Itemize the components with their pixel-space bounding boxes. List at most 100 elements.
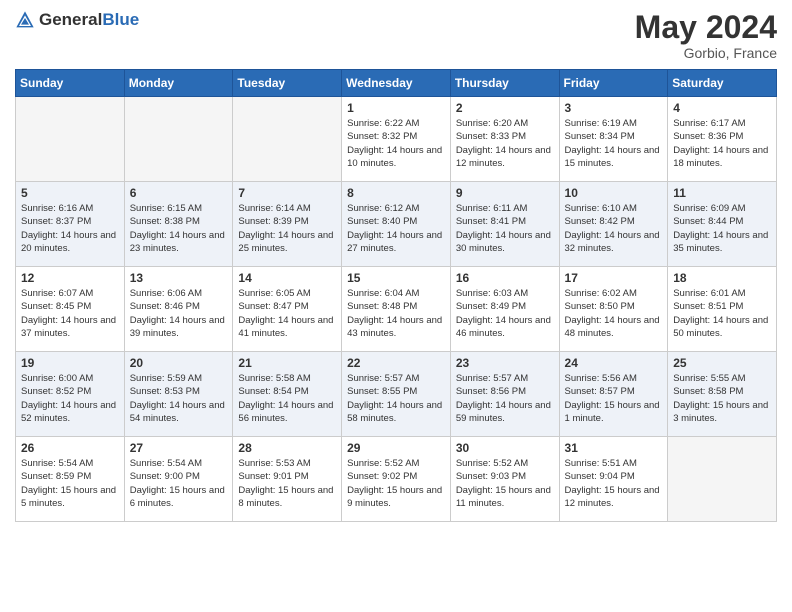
title-block: May 2024 Gorbio, France	[635, 10, 777, 61]
page: GeneralBlue May 2024 Gorbio, France Sund…	[0, 0, 792, 612]
calendar-week-row: 1 Sunrise: 6:22 AMSunset: 8:32 PMDaylight…	[16, 97, 777, 182]
calendar-cell: 27 Sunrise: 5:54 AMSunset: 9:00 PMDayligh…	[124, 437, 233, 522]
calendar-cell: 10 Sunrise: 6:10 AMSunset: 8:42 PMDayligh…	[559, 182, 668, 267]
day-number: 27	[130, 441, 228, 455]
day-number: 2	[456, 101, 554, 115]
day-info: Sunrise: 6:22 AMSunset: 8:32 PMDaylight:…	[347, 117, 445, 170]
day-number: 1	[347, 101, 445, 115]
day-info: Sunrise: 6:01 AMSunset: 8:51 PMDaylight:…	[673, 287, 771, 340]
calendar-cell	[16, 97, 125, 182]
calendar-cell: 14Sunrise: 6:05 AMSunset: 8:47 PMDayligh…	[233, 267, 342, 352]
day-info: Sunrise: 6:11 AMSunset: 8:41 PMDaylight:…	[456, 202, 554, 255]
calendar-cell: 4Sunrise: 6:17 AMSunset: 8:36 PMDaylight…	[668, 97, 777, 182]
calendar-cell: 21 Sunrise: 5:58 AMSunset: 8:54 PMDayligh…	[233, 352, 342, 437]
day-info: Sunrise: 6:15 AMSunset: 8:38 PMDaylight:…	[130, 202, 228, 255]
day-info: Sunrise: 5:54 AMSunset: 8:59 PMDaylight:…	[21, 457, 119, 510]
day-number: 22	[347, 356, 445, 370]
calendar-cell: 15 Sunrise: 6:04 AMSunset: 8:48 PMDayligh…	[342, 267, 451, 352]
day-number: 14	[238, 271, 336, 285]
calendar-cell: 5 Sunrise: 6:16 AMSunset: 8:37 PMDaylight…	[16, 182, 125, 267]
day-info: Sunrise: 6:12 AMSunset: 8:40 PMDaylight:…	[347, 202, 445, 255]
day-number: 16	[456, 271, 554, 285]
calendar-cell	[124, 97, 233, 182]
calendar-cell: 31Sunrise: 5:51 AMSunset: 9:04 PMDayligh…	[559, 437, 668, 522]
calendar-cell: 20 Sunrise: 5:59 AMSunset: 8:53 PMDayligh…	[124, 352, 233, 437]
day-number: 3	[565, 101, 663, 115]
day-info: Sunrise: 6:09 AMSunset: 8:44 PMDaylight:…	[673, 202, 771, 255]
calendar-cell: 29 Sunrise: 5:52 AMSunset: 9:02 PMDayligh…	[342, 437, 451, 522]
calendar-cell: 13 Sunrise: 6:06 AMSunset: 8:46 PMDayligh…	[124, 267, 233, 352]
calendar-cell: 16 Sunrise: 6:03 AMSunset: 8:49 PMDayligh…	[450, 267, 559, 352]
logo-text: GeneralBlue	[39, 10, 139, 30]
header-thursday: Thursday	[450, 70, 559, 97]
header-friday: Friday	[559, 70, 668, 97]
calendar-cell: 22Sunrise: 5:57 AMSunset: 8:55 PMDayligh…	[342, 352, 451, 437]
header: GeneralBlue May 2024 Gorbio, France	[15, 10, 777, 61]
calendar-week-row: 26 Sunrise: 5:54 AMSunset: 8:59 PMDayligh…	[16, 437, 777, 522]
day-info: Sunrise: 6:14 AMSunset: 8:39 PMDaylight:…	[238, 202, 336, 255]
day-number: 5	[21, 186, 119, 200]
calendar-cell: 7 Sunrise: 6:14 AMSunset: 8:39 PMDaylight…	[233, 182, 342, 267]
day-info: Sunrise: 6:20 AMSunset: 8:33 PMDaylight:…	[456, 117, 554, 170]
logo-general: General	[39, 10, 102, 29]
calendar-cell: 26 Sunrise: 5:54 AMSunset: 8:59 PMDayligh…	[16, 437, 125, 522]
header-saturday: Saturday	[668, 70, 777, 97]
calendar-cell: 8Sunrise: 6:12 AMSunset: 8:40 PMDaylight…	[342, 182, 451, 267]
day-number: 9	[456, 186, 554, 200]
day-info: Sunrise: 6:03 AMSunset: 8:49 PMDaylight:…	[456, 287, 554, 340]
header-tuesday: Tuesday	[233, 70, 342, 97]
day-info: Sunrise: 6:04 AMSunset: 8:48 PMDaylight:…	[347, 287, 445, 340]
calendar-cell: 2 Sunrise: 6:20 AMSunset: 8:33 PMDaylight…	[450, 97, 559, 182]
day-info: Sunrise: 5:52 AMSunset: 9:03 PMDaylight:…	[456, 457, 554, 510]
day-info: Sunrise: 5:57 AMSunset: 8:56 PMDaylight:…	[456, 372, 554, 425]
calendar-cell: 28Sunrise: 5:53 AMSunset: 9:01 PMDayligh…	[233, 437, 342, 522]
day-info: Sunrise: 5:55 AMSunset: 8:58 PMDaylight:…	[673, 372, 771, 425]
location: Gorbio, France	[635, 45, 777, 61]
day-info: Sunrise: 6:00 AMSunset: 8:52 PMDaylight:…	[21, 372, 119, 425]
day-info: Sunrise: 6:02 AMSunset: 8:50 PMDaylight:…	[565, 287, 663, 340]
calendar-cell: 11Sunrise: 6:09 AMSunset: 8:44 PMDayligh…	[668, 182, 777, 267]
calendar-week-row: 19 Sunrise: 6:00 AMSunset: 8:52 PMDayligh…	[16, 352, 777, 437]
day-number: 15	[347, 271, 445, 285]
day-number: 31	[565, 441, 663, 455]
calendar-table: Sunday Monday Tuesday Wednesday Thursday…	[15, 69, 777, 522]
calendar-cell: 30Sunrise: 5:52 AMSunset: 9:03 PMDayligh…	[450, 437, 559, 522]
day-info: Sunrise: 6:17 AMSunset: 8:36 PMDaylight:…	[673, 117, 771, 170]
day-info: Sunrise: 6:10 AMSunset: 8:42 PMDaylight:…	[565, 202, 663, 255]
day-info: Sunrise: 5:56 AMSunset: 8:57 PMDaylight:…	[565, 372, 663, 425]
day-number: 29	[347, 441, 445, 455]
day-number: 19	[21, 356, 119, 370]
day-number: 26	[21, 441, 119, 455]
calendar-cell: 17 Sunrise: 6:02 AMSunset: 8:50 PMDayligh…	[559, 267, 668, 352]
day-info: Sunrise: 5:54 AMSunset: 9:00 PMDaylight:…	[130, 457, 228, 510]
day-info: Sunrise: 5:53 AMSunset: 9:01 PMDaylight:…	[238, 457, 336, 510]
day-info: Sunrise: 5:58 AMSunset: 8:54 PMDaylight:…	[238, 372, 336, 425]
day-number: 21	[238, 356, 336, 370]
day-number: 12	[21, 271, 119, 285]
calendar-week-row: 5 Sunrise: 6:16 AMSunset: 8:37 PMDaylight…	[16, 182, 777, 267]
calendar-cell	[668, 437, 777, 522]
calendar-cell	[233, 97, 342, 182]
day-info: Sunrise: 6:16 AMSunset: 8:37 PMDaylight:…	[21, 202, 119, 255]
day-number: 13	[130, 271, 228, 285]
month-title: May 2024	[635, 10, 777, 45]
calendar-cell: 23Sunrise: 5:57 AMSunset: 8:56 PMDayligh…	[450, 352, 559, 437]
day-info: Sunrise: 5:52 AMSunset: 9:02 PMDaylight:…	[347, 457, 445, 510]
day-info: Sunrise: 6:06 AMSunset: 8:46 PMDaylight:…	[130, 287, 228, 340]
calendar-cell: 25 Sunrise: 5:55 AMSunset: 8:58 PMDayligh…	[668, 352, 777, 437]
day-info: Sunrise: 6:19 AMSunset: 8:34 PMDaylight:…	[565, 117, 663, 170]
calendar-cell: 9 Sunrise: 6:11 AMSunset: 8:41 PMDaylight…	[450, 182, 559, 267]
day-number: 17	[565, 271, 663, 285]
calendar-week-row: 12 Sunrise: 6:07 AMSunset: 8:45 PMDayligh…	[16, 267, 777, 352]
day-header-row: Sunday Monday Tuesday Wednesday Thursday…	[16, 70, 777, 97]
day-number: 7	[238, 186, 336, 200]
day-number: 20	[130, 356, 228, 370]
day-info: Sunrise: 5:59 AMSunset: 8:53 PMDaylight:…	[130, 372, 228, 425]
header-monday: Monday	[124, 70, 233, 97]
calendar-cell: 6Sunrise: 6:15 AMSunset: 8:38 PMDaylight…	[124, 182, 233, 267]
day-number: 25	[673, 356, 771, 370]
day-number: 18	[673, 271, 771, 285]
header-wednesday: Wednesday	[342, 70, 451, 97]
day-number: 10	[565, 186, 663, 200]
day-info: Sunrise: 6:07 AMSunset: 8:45 PMDaylight:…	[21, 287, 119, 340]
